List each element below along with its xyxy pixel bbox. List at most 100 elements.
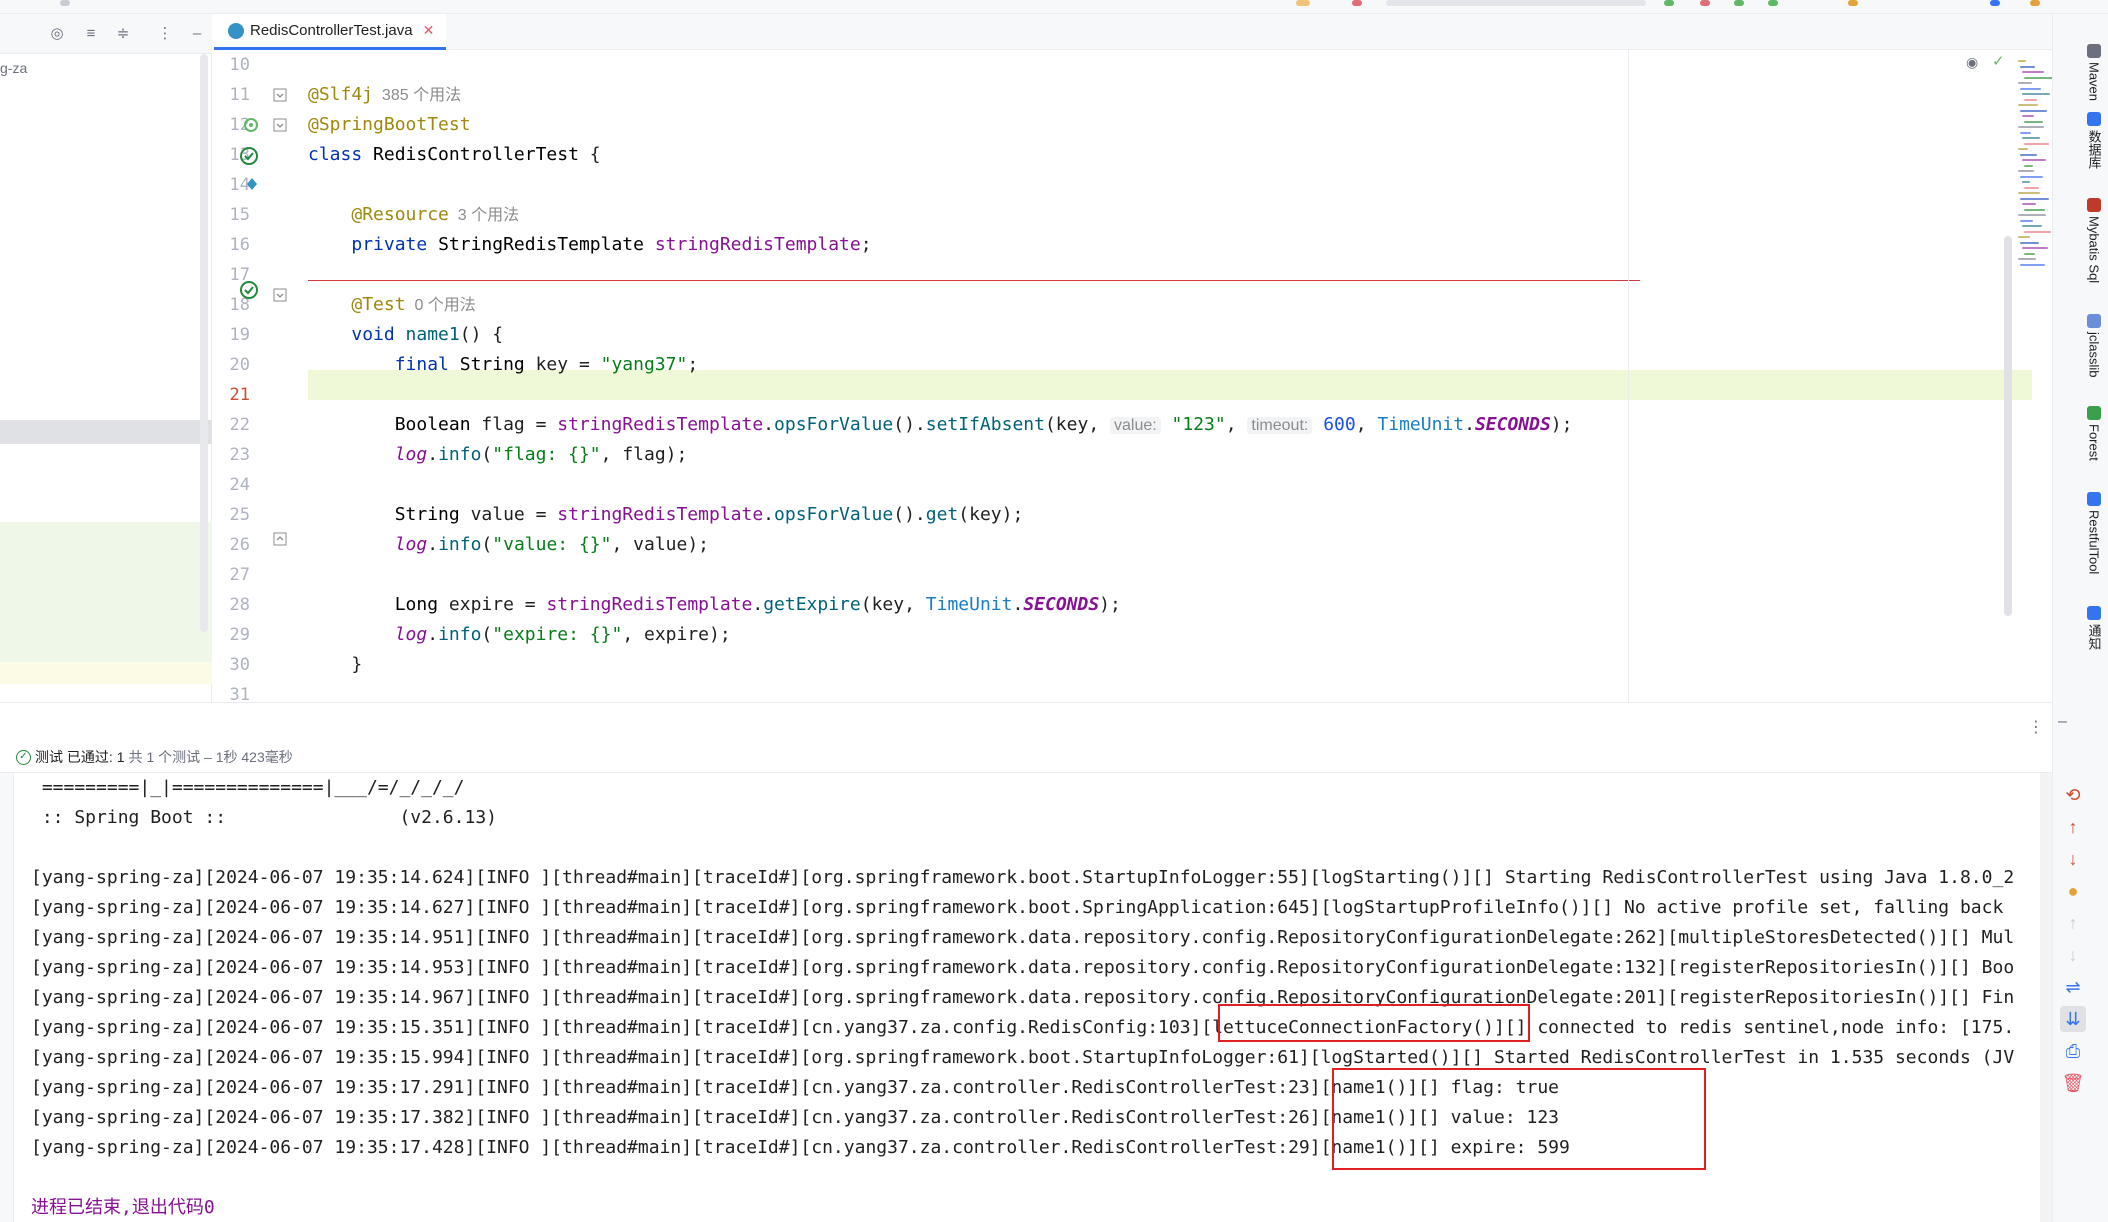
project-tree-selected-row[interactable] bbox=[0, 420, 212, 444]
code-line[interactable]: log.info("value: {}", value); bbox=[308, 530, 709, 560]
code-line[interactable]: final String key = "yang37"; bbox=[308, 350, 698, 380]
rerun-failed-icon[interactable]: ⟲ bbox=[2060, 782, 2086, 808]
clear-all-icon[interactable]: 🗑 bbox=[2060, 1070, 2086, 1096]
project-toolbar: ◎ ≡ ≑ ⋮ – bbox=[0, 14, 212, 54]
minimap-line bbox=[2024, 252, 2035, 255]
tool-window-jclasslib[interactable]: jclasslib bbox=[2083, 314, 2105, 378]
fold-icon[interactable] bbox=[272, 287, 288, 308]
tool-window-forest[interactable]: Forest bbox=[2083, 406, 2105, 461]
fold-icon[interactable] bbox=[272, 117, 288, 138]
code-line[interactable]: Boolean flag = stringRedisTemplate.opsFo… bbox=[308, 410, 1573, 440]
console-output[interactable]: =========|_|==============|___/=/_/_/_/ … bbox=[0, 772, 2052, 1222]
console-scrollbar[interactable] bbox=[2040, 773, 2052, 1222]
code-token: flag = bbox=[481, 414, 558, 435]
print-icon[interactable]: ⎙ bbox=[2060, 1038, 2086, 1064]
code-token: . bbox=[1012, 594, 1024, 615]
code-token: 385 个用法 bbox=[373, 87, 462, 104]
locate-icon[interactable]: ◎ bbox=[48, 25, 66, 43]
console-line: :: Spring Boot :: (v2.6.13) bbox=[31, 807, 497, 828]
run-test-method-icon[interactable] bbox=[238, 279, 260, 306]
minimap-line bbox=[2020, 241, 2039, 244]
code-line[interactable]: @Slf4j 385 个用法 bbox=[308, 80, 461, 110]
code-line[interactable]: @Test 0 个用法 bbox=[308, 290, 475, 320]
tool-window-label: Maven bbox=[2086, 62, 2102, 102]
spring-bean-icon[interactable] bbox=[242, 116, 260, 139]
code-line[interactable]: String value = stringRedisTemplate.opsFo… bbox=[308, 500, 1024, 530]
code-token: info bbox=[438, 444, 482, 465]
tab-redis-controller-test[interactable]: RedisControllerTest.java ✕ bbox=[214, 14, 447, 50]
tool-window-maven[interactable]: Maven bbox=[2083, 44, 2105, 101]
previous-occurrence-icon[interactable]: ↑ bbox=[2060, 814, 2086, 840]
scroll-up-icon[interactable]: ↑ bbox=[2060, 910, 2086, 936]
scroll-to-end-icon[interactable]: ⇊ bbox=[2060, 1006, 2086, 1032]
tool-window-mybatis[interactable]: Mybatis Sql bbox=[2083, 198, 2105, 283]
method-separator bbox=[308, 280, 1640, 281]
collapse-all-icon[interactable]: ≑ bbox=[114, 25, 132, 43]
minimap-line bbox=[2024, 208, 2045, 211]
code-line[interactable]: log.info("expire: {}", expire); bbox=[308, 620, 731, 650]
code-token: . bbox=[427, 444, 439, 465]
code-token: setIfAbsent bbox=[925, 414, 1045, 435]
console-line: [yang-spring-za][2024-06-07 19:35:14.624… bbox=[31, 867, 2015, 888]
code-line[interactable]: void name1() { bbox=[308, 320, 503, 350]
top-toolbar bbox=[0, 0, 2108, 14]
code-token: , value); bbox=[611, 534, 710, 555]
inspection-ok-icon[interactable]: ✓ bbox=[1992, 52, 2005, 70]
code-token: RedisControllerTest bbox=[373, 144, 590, 165]
hide-run-panel-icon[interactable]: – bbox=[2058, 713, 2067, 731]
minimap-line bbox=[2020, 219, 2033, 222]
run-test-class-icon[interactable] bbox=[238, 145, 260, 172]
expand-all-icon[interactable]: ≡ bbox=[82, 25, 100, 43]
tool-window-restful[interactable]: RestfulTool bbox=[2083, 492, 2105, 574]
code-line[interactable]: } bbox=[308, 650, 362, 680]
code-token: void bbox=[351, 324, 406, 345]
hide-panel-icon[interactable]: – bbox=[188, 25, 206, 43]
editor-scrollbar[interactable] bbox=[2004, 236, 2012, 616]
tool-window-notification[interactable]: 通知 bbox=[2083, 606, 2105, 650]
scroll-down-icon[interactable]: ↓ bbox=[2060, 942, 2086, 968]
autowired-icon[interactable] bbox=[244, 176, 260, 197]
line-number: 22 bbox=[229, 415, 250, 435]
console-line: [yang-spring-za][2024-06-07 19:35:15.351… bbox=[31, 1017, 2015, 1038]
code-token: () { bbox=[459, 324, 504, 345]
code-line[interactable]: @SpringBootTest bbox=[308, 110, 471, 140]
project-tree-root[interactable]: g-za bbox=[0, 60, 27, 76]
soft-wrap-icon[interactable]: ⇌ bbox=[2060, 974, 2086, 1000]
reader-mode-icon[interactable]: ◉ bbox=[1966, 54, 1978, 71]
code-line[interactable]: Long expire = stringRedisTemplate.getExp… bbox=[308, 590, 1121, 620]
code-minimap[interactable] bbox=[2014, 50, 2052, 290]
code-token: @SpringBootTest bbox=[308, 114, 471, 135]
editor-gutter: 10 11 12 13 14 15 16 17 18 19 20 21 22 23 24 25 26 27 28 29… bbox=[214, 50, 308, 702]
console-line: [yang-spring-za][2024-06-07 19:35:17.382… bbox=[31, 1107, 1560, 1128]
console-line: [yang-spring-za][2024-06-07 19:35:14.967… bbox=[31, 987, 2015, 1008]
run-options-icon[interactable]: ⋮ bbox=[2028, 717, 2044, 737]
import-tests-icon[interactable]: ● bbox=[2060, 878, 2086, 904]
code-line[interactable]: log.info("flag: {}", flag); bbox=[308, 440, 688, 470]
code-area[interactable]: @Slf4j 385 个用法 @SpringBootTest class Redis… bbox=[308, 50, 2052, 702]
code-token: value: bbox=[1110, 417, 1161, 434]
tool-window-database[interactable]: 数据库 bbox=[2083, 112, 2105, 169]
console-line: [yang-spring-za][2024-06-07 19:35:14.627… bbox=[31, 897, 2004, 918]
test-status-label: 测试 已通过: bbox=[35, 749, 113, 765]
code-line[interactable]: private StringRedisTemplate stringRedisT… bbox=[308, 230, 871, 260]
code-token: ); bbox=[1550, 414, 1573, 435]
code-line[interactable]: class RedisControllerTest { bbox=[308, 140, 601, 170]
next-occurrence-icon[interactable]: ↓ bbox=[2060, 846, 2086, 872]
code-token: opsForValue bbox=[774, 504, 894, 525]
close-tab-icon[interactable]: ✕ bbox=[423, 22, 435, 39]
code-token: stringRedisTemplate bbox=[546, 594, 753, 615]
options-menu-icon[interactable]: ⋮ bbox=[156, 25, 174, 43]
fold-end-icon[interactable] bbox=[272, 531, 288, 552]
minimap-line bbox=[2020, 153, 2037, 156]
project-scrollbar[interactable] bbox=[200, 54, 208, 632]
console-line: =========|_|==============|___/=/_/_/_/ bbox=[31, 777, 465, 798]
minimap-line bbox=[2020, 65, 2035, 68]
project-tree-highlight-row bbox=[0, 662, 212, 684]
code-token: (). bbox=[893, 414, 926, 435]
code-editor[interactable]: 10 11 12 13 14 15 16 17 18 19 20 21 22 23 24 25 26 27 28 29… bbox=[214, 50, 2052, 702]
code-line[interactable]: @Resource 3 个用法 bbox=[308, 200, 519, 230]
restful-icon bbox=[2087, 492, 2101, 506]
fold-icon[interactable] bbox=[272, 87, 288, 108]
code-token: . bbox=[427, 624, 439, 645]
